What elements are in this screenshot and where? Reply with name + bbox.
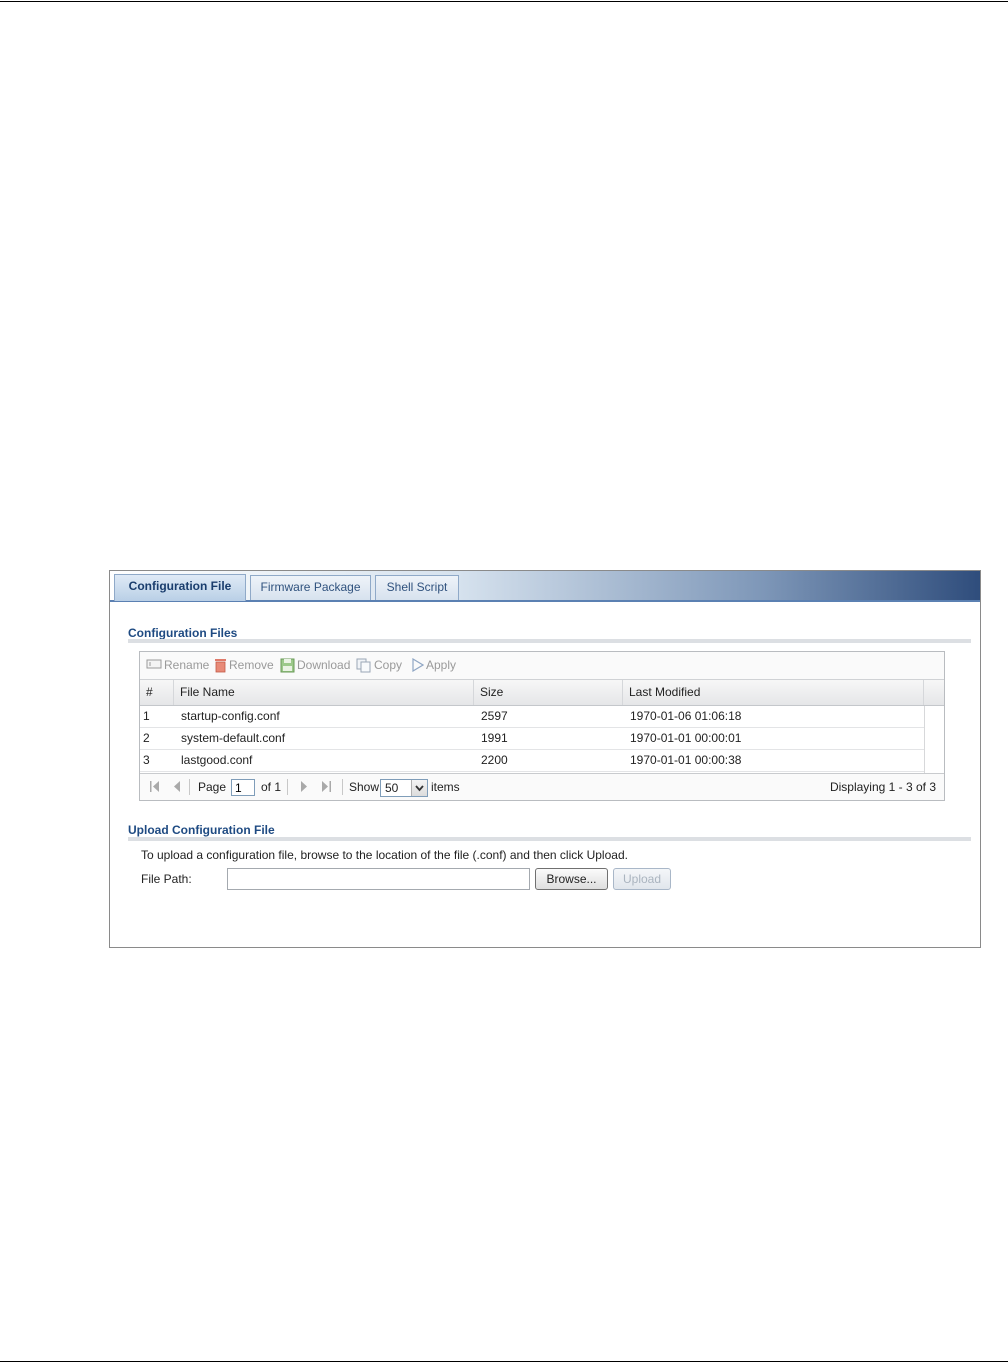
upload-instructions: To upload a configuration file, browse t… bbox=[141, 848, 628, 862]
save-disk-icon bbox=[280, 658, 295, 677]
download-label: Download bbox=[297, 658, 351, 672]
file-manager-panel: Configuration File Firmware Package Shel… bbox=[109, 570, 981, 948]
items-label: items bbox=[431, 780, 460, 794]
chevron-down-icon[interactable] bbox=[411, 780, 427, 796]
first-page-icon[interactable] bbox=[149, 780, 161, 797]
grid-pager: Page of 1 Show 50 items Displaying 1 - 3… bbox=[140, 773, 944, 800]
row-file-name: lastgood.conf bbox=[181, 753, 253, 767]
page-top-rule bbox=[0, 1, 1008, 2]
column-header-filler bbox=[924, 680, 944, 705]
upload-button[interactable]: Upload bbox=[613, 868, 671, 890]
configuration-files-grid: Rename Remove Download Copy Apply # File… bbox=[139, 651, 945, 801]
page-bottom-rule bbox=[0, 1361, 1008, 1362]
row-index: 3 bbox=[143, 753, 150, 767]
pager-separator bbox=[287, 779, 288, 795]
items-per-page-value: 50 bbox=[385, 781, 399, 795]
configuration-files-title: Configuration Files bbox=[128, 626, 238, 640]
row-size: 2200 bbox=[481, 753, 508, 767]
row-file-name: startup-config.conf bbox=[181, 709, 280, 723]
grid-toolbar: Rename Remove Download Copy Apply bbox=[140, 652, 944, 679]
tab-configuration-file[interactable]: Configuration File bbox=[114, 574, 246, 601]
file-path-label: File Path: bbox=[141, 872, 192, 886]
grid-header: # File Name Size Last Modified bbox=[140, 679, 944, 706]
remove-button[interactable]: Remove bbox=[214, 658, 274, 673]
last-page-icon[interactable] bbox=[320, 780, 332, 797]
column-header-last-modified[interactable]: Last Modified bbox=[623, 680, 924, 705]
column-header-file-name[interactable]: File Name bbox=[174, 680, 474, 705]
play-arrow-icon bbox=[411, 657, 425, 676]
copy-button[interactable]: Copy bbox=[356, 658, 402, 673]
apply-label: Apply bbox=[426, 658, 457, 672]
copy-icon bbox=[356, 658, 372, 677]
page-count-label: of 1 bbox=[261, 780, 282, 794]
column-header-size[interactable]: Size bbox=[474, 680, 623, 705]
browse-button[interactable]: Browse... bbox=[535, 868, 608, 890]
previous-page-icon[interactable] bbox=[172, 780, 182, 797]
pager-separator bbox=[189, 779, 190, 795]
column-header-index[interactable]: # bbox=[140, 680, 174, 705]
tab-bar: Configuration File Firmware Package Shel… bbox=[110, 571, 980, 602]
rename-label: Rename bbox=[164, 658, 210, 672]
file-path-input[interactable] bbox=[227, 868, 530, 890]
table-row[interactable]: 3 lastgood.conf 2200 1970-01-01 00:00:38 bbox=[140, 750, 924, 772]
table-row[interactable]: 1 startup-config.conf 2597 1970-01-06 01… bbox=[140, 706, 924, 728]
rename-icon bbox=[146, 658, 162, 674]
rename-button[interactable]: Rename bbox=[146, 658, 209, 673]
displaying-count: Displaying 1 - 3 of 3 bbox=[829, 780, 936, 794]
row-last-modified: 1970-01-01 00:00:01 bbox=[630, 731, 742, 745]
row-size: 1991 bbox=[481, 731, 508, 745]
page-label: Page bbox=[198, 780, 227, 794]
show-label: Show bbox=[349, 780, 380, 794]
tab-shell-script[interactable]: Shell Script bbox=[375, 575, 459, 600]
page-number-input[interactable] bbox=[231, 779, 255, 796]
apply-button[interactable]: Apply bbox=[411, 657, 457, 676]
row-size: 2597 bbox=[481, 709, 508, 723]
row-last-modified: 1970-01-06 01:06:18 bbox=[630, 709, 742, 723]
table-row[interactable]: 2 system-default.conf 1991 1970-01-01 00… bbox=[140, 728, 924, 750]
row-last-modified: 1970-01-01 00:00:38 bbox=[630, 753, 742, 767]
row-index: 1 bbox=[143, 709, 150, 723]
section-divider bbox=[128, 837, 971, 841]
row-index: 2 bbox=[143, 731, 150, 745]
next-page-icon[interactable] bbox=[299, 780, 309, 797]
section-divider bbox=[128, 639, 971, 643]
trash-icon bbox=[214, 658, 227, 677]
tab-firmware-package[interactable]: Firmware Package bbox=[250, 575, 371, 600]
items-per-page-select[interactable]: 50 bbox=[380, 779, 428, 797]
download-button[interactable]: Download bbox=[280, 658, 350, 673]
upload-configuration-file-title: Upload Configuration File bbox=[128, 823, 275, 837]
row-file-name: system-default.conf bbox=[181, 731, 286, 745]
remove-label: Remove bbox=[229, 658, 274, 672]
pager-separator bbox=[342, 779, 343, 795]
copy-label: Copy bbox=[374, 658, 403, 672]
grid-scroll-gutter bbox=[924, 706, 944, 773]
